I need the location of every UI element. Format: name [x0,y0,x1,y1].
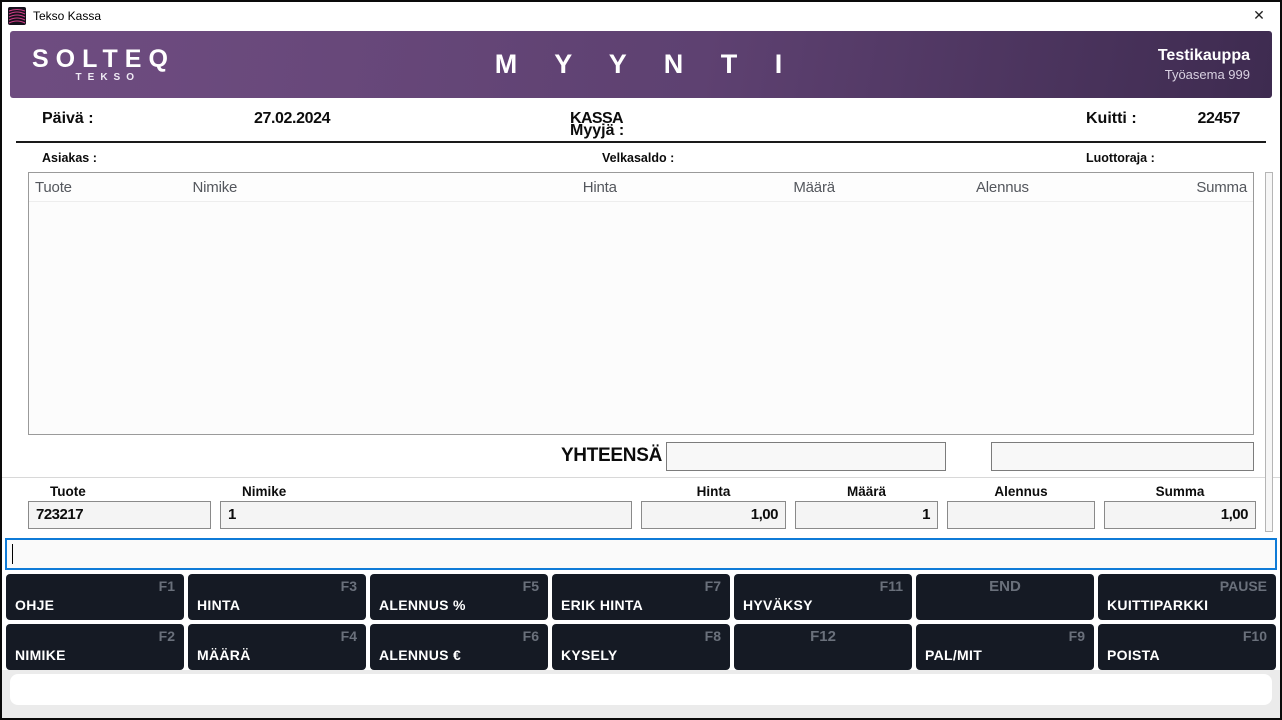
entry-label-alennus: Alennus [947,484,1095,501]
entry-label-tuote: Tuote [28,484,211,501]
fkey-label: F9 [1069,628,1085,644]
window-title: Tekso Kassa [33,9,101,23]
fkey-label: END [916,578,1094,595]
debt-balance-label: Velkasaldo : [602,151,674,165]
button-alennus-prosentti[interactable]: F5 ALENNUS % [370,574,548,620]
entry-field-tuote[interactable]: 723217 [28,501,211,529]
entry-label-hinta: Hinta [641,484,786,501]
store-info: Testikauppa Työasema 999 [1080,47,1250,82]
logo-text-primary: SOLTEQ [32,46,202,72]
entry-label-maara: Määrä [795,484,938,501]
column-header-nimike: Nimike [193,179,520,196]
entry-field-summa[interactable]: 1,00 [1104,501,1256,529]
button-nimike[interactable]: F2 NIMIKE [6,624,184,670]
account-bar: Asiakas : Velkasaldo : Luottoraja : [2,143,1280,172]
fkey-label: F7 [705,578,721,594]
seller-label: Myyjä : [570,122,624,140]
receipt-number: 22457 [1198,110,1241,128]
entry-fields: 723217 1 1,00 1 1,00 [28,501,1256,529]
receipt-label: Kuitti : [1086,110,1137,128]
date-value: 27.02.2024 [254,110,330,128]
entry-field-maara[interactable]: 1 [795,501,938,529]
entry-field-hinta[interactable]: 1,00 [641,501,786,529]
text-cursor [12,544,13,564]
line-entry-form: Tuote Nimike Hinta Määrä Alennus Summa 7… [2,478,1280,529]
button-label: KYSELY [561,647,618,663]
items-table-region: Tuote Nimike Hinta Määrä Alennus Summa [2,172,1280,435]
button-label: HINTA [197,597,240,613]
column-header-summa: Summa [1029,179,1247,196]
button-poista[interactable]: F10 POISTA [1098,624,1276,670]
table-scrollbar[interactable] [1265,172,1273,532]
solteq-logo: SOLTEQ TEKSO [32,46,202,83]
entry-field-nimike[interactable]: 1 [220,501,632,529]
column-header-tuote: Tuote [35,179,193,196]
fkey-label: F8 [705,628,721,644]
fkey-label: F6 [523,628,539,644]
info-bar: Päivä : 27.02.2024 Myyjä : KASSA Kuitti … [2,98,1280,141]
store-name: Testikauppa [1080,47,1250,65]
button-pal-mit[interactable]: F9 PAL/MIT [916,624,1094,670]
app-window: Tekso Kassa ✕ SOLTEQ TEKSO M Y Y N T I T… [0,0,1282,720]
fkey-label: F12 [734,628,912,645]
date-label: Päivä : [42,110,94,128]
column-header-maara: Määrä [617,179,835,196]
column-header-hinta: Hinta [520,179,617,196]
column-header-alennus: Alennus [835,179,1029,196]
fkey-label: F5 [523,578,539,594]
fkey-label: F1 [159,578,175,594]
items-table: Tuote Nimike Hinta Määrä Alennus Summa [28,172,1254,435]
button-label: MÄÄRÄ [197,647,251,663]
fkey-label: F11 [880,578,903,594]
totals-row: YHTEENSÄ [2,435,1280,478]
button-kuittiparkki[interactable]: PAUSE KUITTIPARKKI [1098,574,1276,620]
seller-group: Myyjä : KASSA [570,110,623,128]
function-key-grid: F1 OHJE F3 HINTA F5 ALENNUS % F7 ERIK HI… [2,574,1280,670]
status-message-strip [10,674,1272,705]
header-banner: SOLTEQ TEKSO M Y Y N T I Testikauppa Työ… [10,31,1272,98]
button-maara[interactable]: F4 MÄÄRÄ [188,624,366,670]
button-f12[interactable]: F12 [734,624,912,670]
total-amount-field[interactable] [666,442,946,471]
button-label: POISTA [1107,647,1160,663]
fkey-label: F3 [341,578,357,594]
fkey-label: F4 [341,628,357,644]
button-label: OHJE [15,597,54,613]
close-icon[interactable]: ✕ [1244,7,1274,24]
button-hinta[interactable]: F3 HINTA [188,574,366,620]
customer-label: Asiakas : [42,151,97,165]
workstation-id: Työasema 999 [1080,67,1250,82]
button-end[interactable]: END [916,574,1094,620]
button-label: ERIK HINTA [561,597,643,613]
fkey-label: F2 [159,628,175,644]
button-erik-hinta[interactable]: F7 ERIK HINTA [552,574,730,620]
button-label: ALENNUS € [379,647,461,663]
credit-limit-label: Luottoraja : [1086,151,1155,165]
button-hyvaksy[interactable]: F11 HYVÄKSY [734,574,912,620]
button-ohje[interactable]: F1 OHJE [6,574,184,620]
items-table-body [29,202,1253,434]
status-bar [2,670,1280,718]
entry-label-nimike: Nimike [220,484,632,501]
button-alennus-euro[interactable]: F6 ALENNUS € [370,624,548,670]
command-input[interactable] [5,538,1277,570]
solteq-waves-icon [8,7,26,25]
button-label: NIMIKE [15,647,66,663]
total-label: YHTEENSÄ [561,445,666,467]
button-label: HYVÄKSY [743,597,813,613]
entry-field-alennus[interactable] [947,501,1095,529]
button-label: KUITTIPARKKI [1107,597,1208,613]
entry-labels: Tuote Nimike Hinta Määrä Alennus Summa [28,484,1256,501]
button-kysely[interactable]: F8 KYSELY [552,624,730,670]
logo-text-secondary: TEKSO [32,72,202,83]
fkey-label: PAUSE [1220,578,1267,594]
titlebar: Tekso Kassa ✕ [2,2,1280,29]
button-label: PAL/MIT [925,647,982,663]
entry-label-summa: Summa [1104,484,1256,501]
page-title: M Y Y N T I [202,49,1080,80]
fkey-label: F10 [1243,628,1267,644]
total-secondary-field[interactable] [991,442,1254,471]
button-label: ALENNUS % [379,597,466,613]
items-table-header: Tuote Nimike Hinta Määrä Alennus Summa [29,173,1253,202]
